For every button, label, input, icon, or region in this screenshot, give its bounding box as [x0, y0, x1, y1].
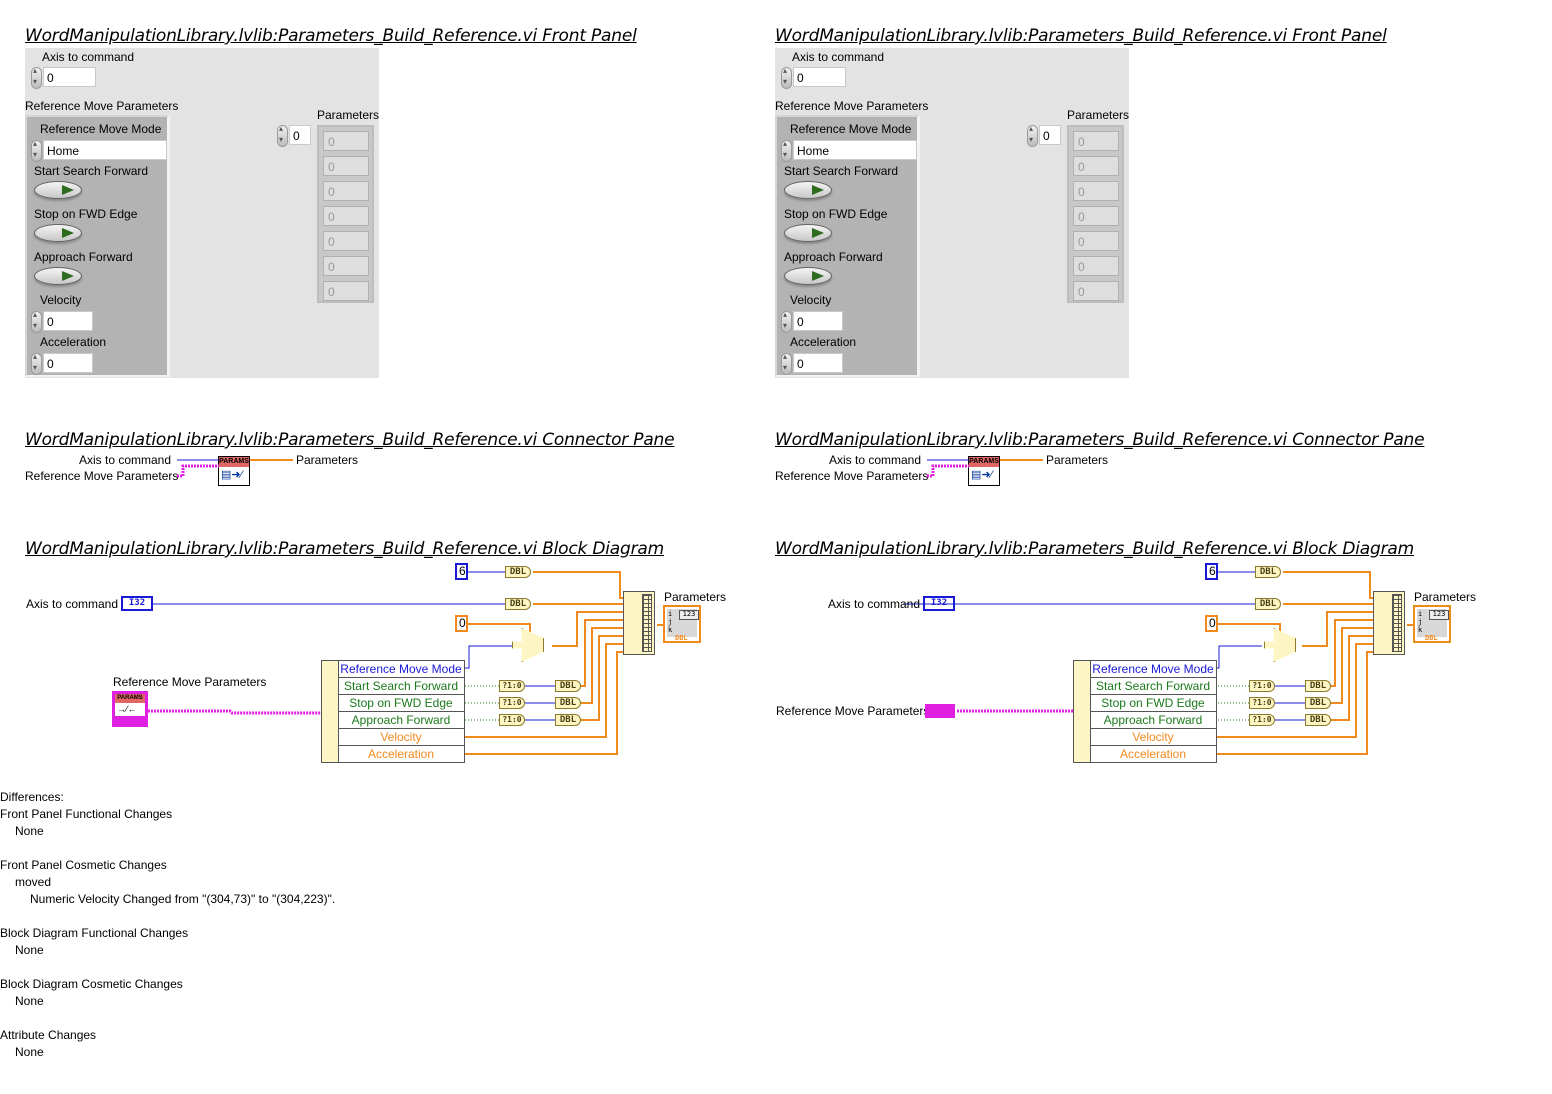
unbundle-row[interactable]: Reference Move Mode	[1090, 661, 1216, 678]
bool-dbl-wire	[1331, 635, 1375, 721]
bool-to-number-node[interactable]: ?1:0	[1249, 680, 1275, 692]
unbundle-row[interactable]: Acceleration	[1090, 746, 1216, 763]
constant-zero[interactable]: 0	[1205, 615, 1218, 632]
unbundle-row[interactable]: Stop on FWD Edge	[1090, 695, 1216, 712]
bool-to-number-node[interactable]: ?1:0	[1249, 697, 1275, 709]
differences-list: Front Panel Functional Changes None Front…	[0, 806, 335, 1061]
bd-cluster-label: Reference Move Parameters	[776, 704, 930, 718]
to-dbl-node[interactable]: DBL	[1305, 680, 1331, 692]
unbundle-row[interactable]: Velocity	[1090, 729, 1216, 746]
build-array-grid	[1392, 594, 1402, 652]
differences-title: Differences:	[0, 790, 64, 804]
unbundle-row[interactable]: Approach Forward	[1090, 712, 1216, 729]
cluster-wire	[927, 464, 969, 478]
difference-line: Numeric Velocity Changed from "(304,73)"…	[30, 892, 336, 906]
index-icon: ijk	[1418, 610, 1423, 634]
bool-to-number-node[interactable]: ?1:0	[1249, 714, 1275, 726]
cluster-control-terminal[interactable]	[925, 704, 955, 718]
difference-line: moved	[15, 875, 52, 889]
to-dbl-node[interactable]: DBL	[1305, 714, 1331, 726]
to-dbl-node[interactable]: DBL	[1255, 566, 1281, 578]
indicator-num: 123	[1429, 610, 1449, 620]
unbundle-by-name-node[interactable]: Reference Move Mode Start Search Forward S…	[1073, 660, 1217, 763]
difference-heading: Block Diagram Cosmetic Changes	[0, 977, 183, 991]
to-dbl-node[interactable]: DBL	[1255, 598, 1281, 610]
difference-line: None	[15, 994, 44, 1008]
velocity-wire	[1215, 643, 1375, 738]
difference-heading: Attribute Changes	[0, 1028, 97, 1042]
bd-axis-label: Axis to command	[828, 597, 921, 611]
difference-line: None	[15, 943, 44, 957]
to-dbl-node[interactable]: DBL	[1305, 697, 1331, 709]
axis-terminal[interactable]: I32	[923, 596, 955, 611]
build-array-node[interactable]	[1373, 591, 1405, 655]
indicator-type: DBL	[1425, 634, 1438, 642]
difference-line: None	[15, 824, 44, 838]
unbundle-row[interactable]: Start Search Forward	[1090, 678, 1216, 695]
constant-six[interactable]: 6	[1205, 563, 1218, 580]
unbundle-input-side	[1074, 661, 1091, 762]
six-dbl-wire	[1283, 571, 1375, 599]
difference-heading: Front Panel Cosmetic Changes	[0, 858, 167, 872]
zero-wire	[1217, 623, 1281, 632]
bool-dbl-wire	[1331, 627, 1375, 704]
mode-wire	[1215, 645, 1262, 669]
difference-line: None	[15, 1045, 44, 1059]
difference-heading: Front Panel Functional Changes	[0, 807, 173, 821]
difference-heading: Block Diagram Functional Changes	[0, 926, 189, 940]
parameters-indicator-terminal[interactable]: i j k 123 DBL	[1413, 605, 1451, 643]
bd-output-label: Parameters	[1414, 590, 1477, 604]
differences-section: Differences: Front Panel Functional Chan…	[0, 789, 335, 1061]
